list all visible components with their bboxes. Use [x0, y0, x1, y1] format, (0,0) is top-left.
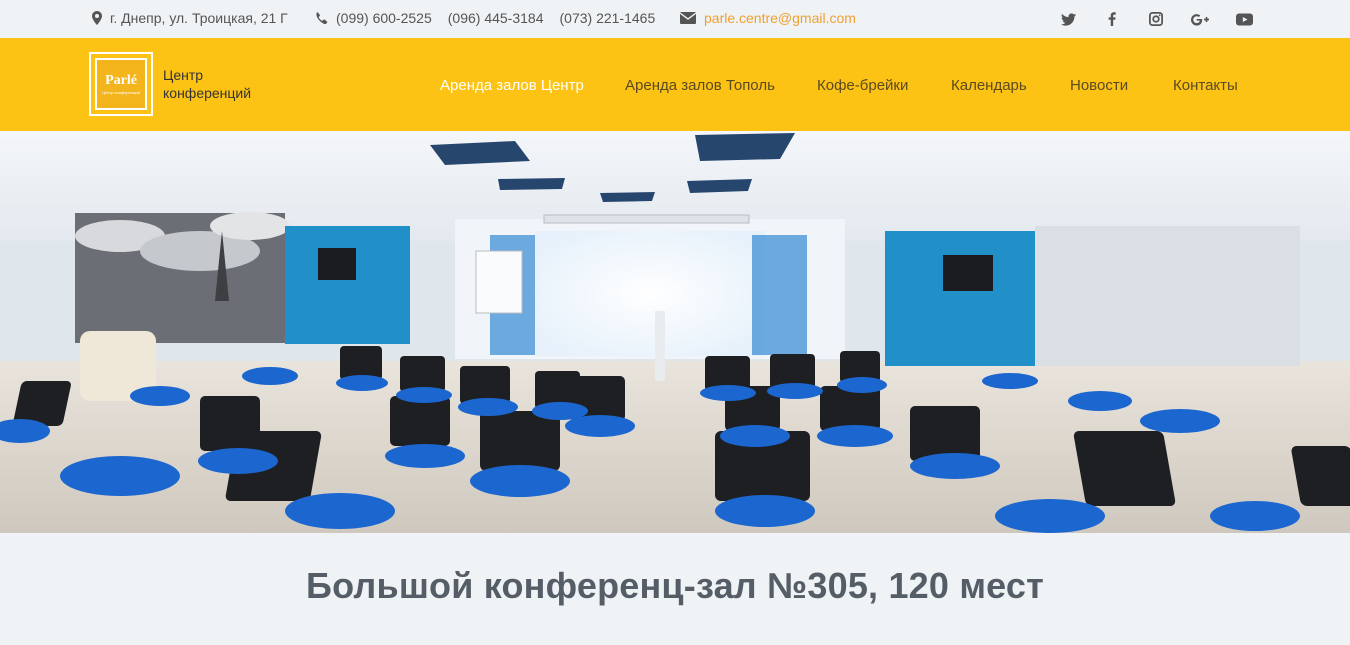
nav-coffee-breaks[interactable]: Кофе-брейки	[817, 77, 908, 94]
nav-rent-topol[interactable]: Аренда залов Тополь	[625, 77, 775, 94]
conference-hall-illustration	[0, 131, 1350, 533]
phones: (099) 600-2525 (096) 445-3184 (073) 221-…	[315, 10, 671, 26]
instagram-icon[interactable]	[1146, 9, 1166, 29]
phone-2[interactable]: (096) 445-3184	[448, 10, 544, 26]
envelope-icon	[680, 12, 696, 24]
email: parle.centre@gmail.com	[680, 10, 856, 26]
address-text: г. Днепр, ул. Троицкая, 21 Г	[110, 10, 288, 26]
site-header: Parlé Центр конференций Центр конференци…	[0, 38, 1350, 131]
phone-icon	[316, 11, 328, 24]
map-marker-icon	[92, 11, 102, 25]
brand-line-2: конференций	[163, 85, 252, 101]
nav-rent-center[interactable]: Аренда залов Центр	[440, 77, 584, 94]
facebook-icon[interactable]	[1102, 9, 1122, 29]
youtube-icon[interactable]	[1234, 9, 1254, 29]
brand-name: Центр конференций	[163, 66, 251, 102]
logo-wordmark: Parlé	[105, 72, 137, 88]
phone-3[interactable]: (073) 221-1465	[560, 10, 656, 26]
page-title: Большой конференц-зал №305, 120 мест	[306, 565, 1044, 606]
logo-subtitle: Центр конференций	[102, 89, 140, 95]
address: г. Днепр, ул. Троицкая, 21 Г	[92, 10, 288, 26]
phone-1[interactable]: (099) 600-2525	[336, 10, 432, 26]
logo[interactable]: Parlé Центр конференций	[89, 52, 153, 116]
twitter-icon[interactable]	[1058, 9, 1078, 29]
nav-contacts[interactable]: Контакты	[1173, 77, 1238, 94]
nav-calendar[interactable]: Календарь	[951, 77, 1027, 94]
brand-line-1: Центр	[163, 67, 204, 83]
nav-news[interactable]: Новости	[1070, 77, 1128, 94]
email-link[interactable]: parle.centre@gmail.com	[704, 10, 856, 26]
google-plus-icon[interactable]	[1190, 9, 1210, 29]
contact-bar: г. Днепр, ул. Троицкая, 21 Г (099) 600-2…	[0, 0, 1350, 38]
hero-photo	[0, 131, 1350, 533]
